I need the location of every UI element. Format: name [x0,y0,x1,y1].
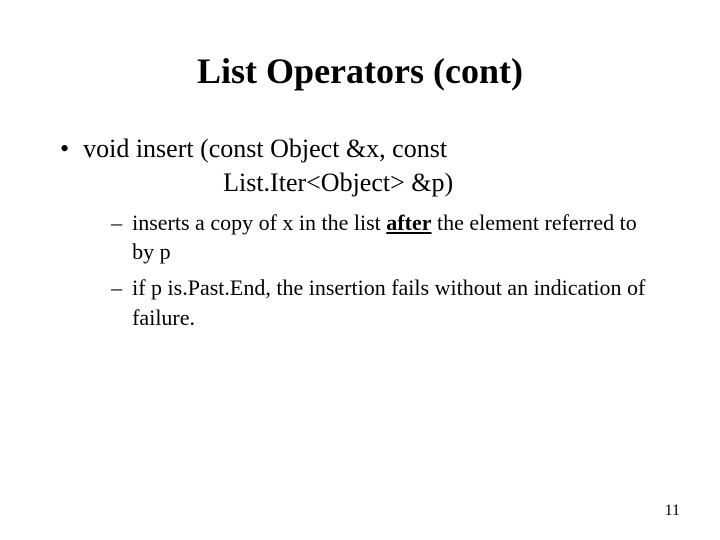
bullet-item-signature: void insert (const Object &x, const List… [60,132,660,338]
page-number: 11 [665,502,680,520]
sub-bullet-2-body: if p is.Past.End, the insertion fails wi… [132,273,660,332]
bullet-body: void insert (const Object &x, const List… [83,132,660,338]
slide-title: List Operators (cont) [60,50,660,92]
sub1-emph: after [386,210,431,235]
signature-line-2: List.Iter<Object> &p) [83,166,660,200]
sub-bullet-1-body: inserts a copy of x in the list after th… [132,208,660,267]
sub1-pre: inserts a copy of x in the list [132,210,386,235]
sub-bullet-list: inserts a copy of x in the list after th… [83,208,660,333]
sub-bullet-2: if p is.Past.End, the insertion fails wi… [83,273,660,332]
slide: List Operators (cont) void insert (const… [0,0,720,540]
sub-bullet-1: inserts a copy of x in the list after th… [83,208,660,267]
signature-line-1: void insert (const Object &x, const [83,132,660,166]
bullet-list: void insert (const Object &x, const List… [60,132,660,338]
